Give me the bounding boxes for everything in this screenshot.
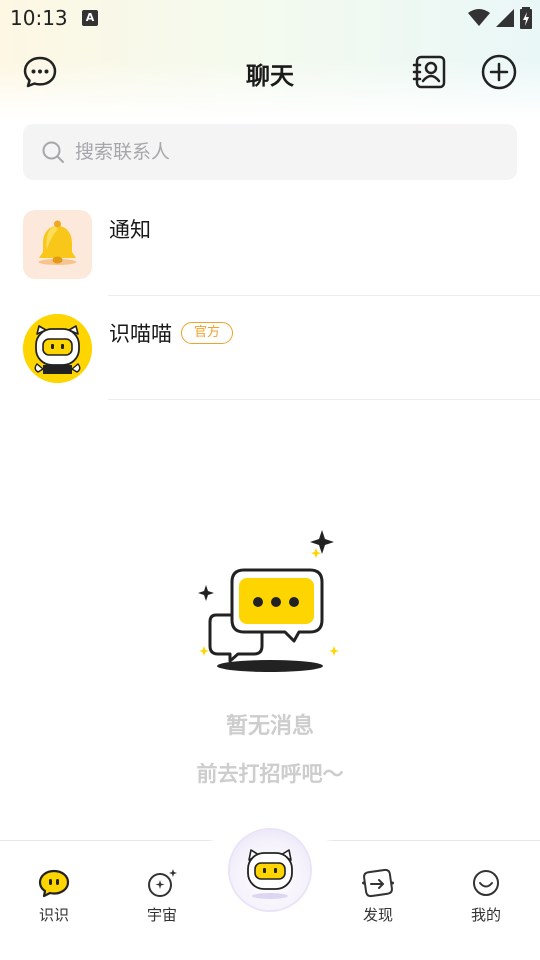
discover-icon	[362, 868, 394, 898]
status-bar: 10:13 A	[0, 0, 540, 36]
chat-bubble-icon	[38, 869, 70, 898]
nav-item-universe[interactable]: 宇宙	[122, 868, 202, 938]
mascot-avatar	[23, 314, 92, 383]
planet-icon	[148, 869, 177, 897]
conversation-item-notification[interactable]: 通知	[0, 210, 540, 314]
search-bar[interactable]	[23, 124, 517, 180]
notification-icon: A	[82, 10, 98, 26]
bottom-nav: 识识 宇宙 发现 我的	[0, 830, 540, 960]
contacts-icon	[412, 55, 446, 89]
bell-icon	[23, 210, 92, 279]
contacts-button[interactable]	[410, 52, 450, 92]
battery-icon	[520, 7, 532, 29]
center-mascot-button[interactable]	[230, 830, 310, 910]
mascot-center-icon	[247, 849, 293, 899]
nav-label: 发现	[362, 906, 393, 924]
divider	[108, 399, 540, 400]
signal-icon	[496, 9, 514, 27]
conversation-item-official[interactable]: 识喵喵 官方	[0, 314, 540, 418]
nav-item-shishi[interactable]: 识识	[14, 868, 94, 938]
empty-subtitle: 前去打招呼吧～	[196, 762, 344, 786]
nav-label: 识识	[38, 906, 69, 924]
header: 聊天	[0, 44, 540, 100]
page-title: 聊天	[246, 62, 294, 90]
add-button[interactable]	[479, 52, 519, 92]
nav-label: 我的	[470, 906, 501, 924]
empty-chat-illustration	[194, 528, 344, 678]
search-input[interactable]	[75, 124, 495, 180]
conversation-name: 通知	[109, 218, 151, 242]
plus-circle-icon	[481, 54, 517, 90]
official-badge: 官方	[181, 322, 234, 344]
divider	[108, 295, 540, 296]
search-icon	[42, 141, 64, 163]
conversation-name: 识喵喵	[109, 322, 172, 346]
nav-item-discover[interactable]: 发现	[338, 868, 418, 938]
status-time: 10:13	[10, 6, 68, 30]
empty-title: 暂无消息	[225, 714, 314, 739]
nav-label: 宇宙	[146, 906, 177, 924]
nav-item-mine[interactable]: 我的	[446, 868, 526, 938]
wifi-icon	[468, 9, 490, 26]
smile-icon	[473, 870, 499, 896]
